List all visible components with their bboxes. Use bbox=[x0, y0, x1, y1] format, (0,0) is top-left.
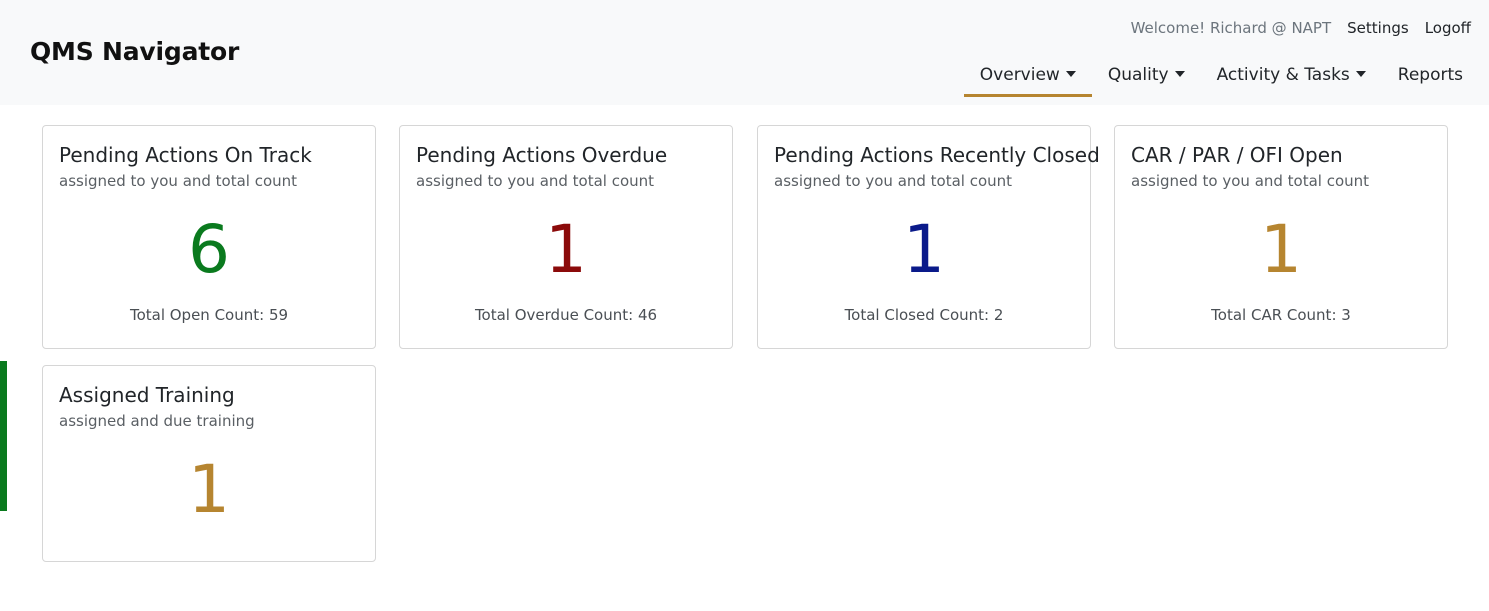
user-links: Welcome! Richard @ NAPT Settings Logoff bbox=[1131, 19, 1471, 37]
chevron-down-icon bbox=[1065, 71, 1076, 77]
card-footer: Total Closed Count: 2 bbox=[844, 306, 1004, 324]
card-subtitle: assigned to you and total count bbox=[1131, 172, 1370, 190]
card-count: 1 bbox=[903, 211, 945, 288]
card-pending-on-track[interactable]: Pending Actions On Track assigned to you… bbox=[42, 125, 376, 349]
nav-activity-tasks-label: Activity & Tasks bbox=[1216, 65, 1350, 85]
chevron-down-icon bbox=[1355, 71, 1366, 77]
card-count: 6 bbox=[188, 211, 230, 288]
card-footer: Total CAR Count: 3 bbox=[1211, 306, 1351, 324]
card-footer: Total Open Count: 59 bbox=[129, 306, 289, 324]
card-title: Pending Actions Overdue bbox=[416, 143, 668, 167]
card-title: Assigned Training bbox=[59, 383, 235, 407]
nav-reports[interactable]: Reports bbox=[1382, 56, 1479, 97]
nav-quality[interactable]: Quality bbox=[1092, 56, 1201, 97]
card-subtitle: assigned to you and total count bbox=[59, 172, 298, 190]
app-brand[interactable]: QMS Navigator bbox=[30, 37, 239, 66]
main-nav: Overview Quality Activity & Tasks Report… bbox=[963, 56, 1479, 97]
card-subtitle: assigned to you and total count bbox=[774, 172, 1013, 190]
card-pending-recently-closed[interactable]: Pending Actions Recently Closed assigned… bbox=[757, 125, 1100, 349]
nav-activity-tasks[interactable]: Activity & Tasks bbox=[1201, 56, 1382, 97]
nav-reports-label: Reports bbox=[1397, 65, 1463, 85]
settings-link[interactable]: Settings bbox=[1347, 19, 1409, 37]
welcome-text: Welcome! Richard @ NAPT bbox=[1130, 19, 1332, 37]
card-title: CAR / PAR / OFI Open bbox=[1131, 143, 1343, 167]
nav-quality-label: Quality bbox=[1107, 65, 1169, 85]
card-title: Pending Actions On Track bbox=[59, 143, 312, 167]
card-count: 1 bbox=[188, 451, 230, 528]
card-footer: Total Overdue Count: 46 bbox=[474, 306, 658, 324]
card-title: Pending Actions Recently Closed bbox=[774, 143, 1100, 167]
chevron-down-icon bbox=[1174, 71, 1185, 77]
card-count: 1 bbox=[1260, 211, 1302, 288]
top-navbar: QMS Navigator Welcome! Richard @ NAPT Se… bbox=[0, 0, 1489, 105]
nav-overview[interactable]: Overview bbox=[963, 56, 1092, 97]
card-subtitle: assigned to you and total count bbox=[416, 172, 655, 190]
card-pending-overdue[interactable]: Pending Actions Overdue assigned to you … bbox=[399, 125, 733, 349]
card-car-par-ofi-open[interactable]: CAR / PAR / OFI Open assigned to you and… bbox=[1114, 125, 1448, 349]
nav-overview-label: Overview bbox=[979, 65, 1060, 85]
card-subtitle: assigned and due training bbox=[59, 412, 255, 430]
logoff-link[interactable]: Logoff bbox=[1425, 19, 1471, 37]
side-accent-bar bbox=[0, 361, 7, 511]
card-count: 1 bbox=[545, 211, 587, 288]
card-assigned-training[interactable]: Assigned Training assigned and due train… bbox=[42, 365, 376, 562]
